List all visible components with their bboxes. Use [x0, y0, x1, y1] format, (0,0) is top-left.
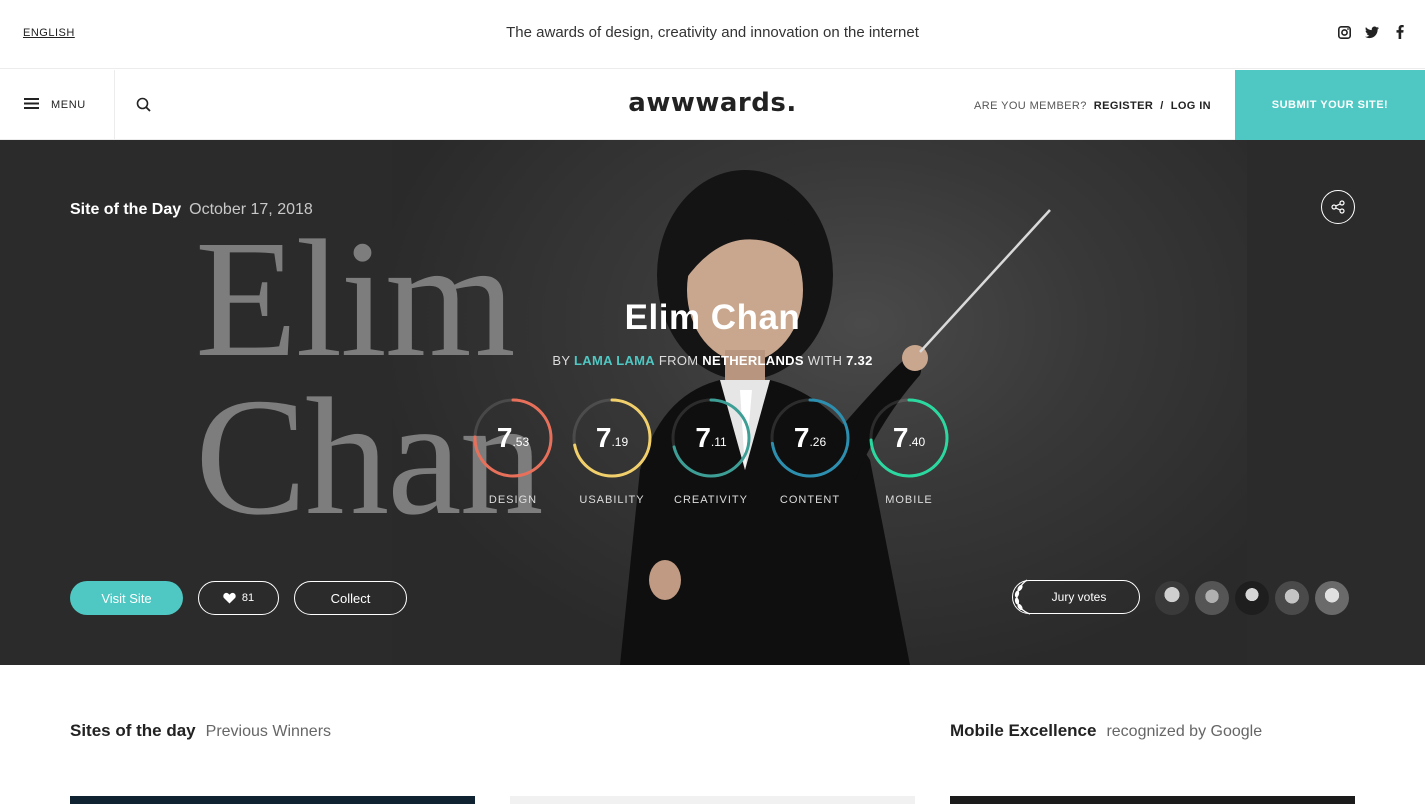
site-thumbnail[interactable]: [70, 796, 475, 804]
score-integer: 7: [595, 422, 612, 453]
score-ring: 7.40: [869, 398, 949, 478]
like-button[interactable]: 81: [198, 581, 279, 615]
country: NETHERLANDS: [702, 353, 804, 368]
previous-winners-link[interactable]: Previous Winners: [206, 723, 331, 741]
jury-avatar[interactable]: [1315, 581, 1349, 615]
score-value: 7.26: [770, 398, 850, 478]
section-title: Sites of the day: [70, 721, 196, 740]
collect-button[interactable]: Collect: [294, 581, 407, 615]
auth-separator: /: [1160, 100, 1164, 112]
facebook-icon[interactable]: [1393, 25, 1407, 39]
score-rings: 7.53 DESIGN 7.19 USABILITY 7.11 CREATIVITY 7.2…: [473, 398, 949, 506]
score-value: 7.40: [869, 398, 949, 478]
hamburger-icon: [24, 96, 39, 114]
jury-avatars: [1155, 581, 1349, 615]
overall-score: 7.32: [846, 353, 873, 368]
site-thumbnail[interactable]: [950, 796, 1355, 804]
score-label: CREATIVITY: [674, 494, 748, 506]
score-value: 7.19: [572, 398, 652, 478]
tagline: The awards of design, creativity and inn…: [506, 24, 919, 41]
score-ring: 7.19: [572, 398, 652, 478]
visit-site-button[interactable]: Visit Site: [70, 581, 183, 615]
jury-avatar[interactable]: [1155, 581, 1189, 615]
from-prefix: FROM: [658, 353, 699, 368]
score-label: DESIGN: [488, 494, 538, 506]
site-title: Elim Chan: [624, 298, 801, 337]
score-content: 7.26 CONTENT: [770, 398, 850, 506]
top-bar: ENGLISH The awards of design, creativity…: [0, 0, 1425, 69]
score-integer: 7: [496, 422, 513, 453]
score-ring: 7.26: [770, 398, 850, 478]
submit-site-button[interactable]: SUBMIT YOUR SITE!: [1235, 70, 1425, 140]
menu-label: MENU: [51, 99, 86, 111]
award-header: Site of the Day October 17, 2018: [70, 201, 313, 219]
jury-votes-button[interactable]: Jury votes: [1012, 580, 1140, 614]
hero: Elim Chan Site of the Day October 17, 20…: [0, 140, 1425, 665]
sites-of-the-day-header: Sites of the day Previous Winners: [70, 721, 331, 741]
share-button[interactable]: [1321, 190, 1355, 224]
instagram-icon[interactable]: [1337, 25, 1351, 39]
score-decimal: .40: [908, 435, 926, 449]
share-icon: [1331, 200, 1345, 214]
score-usability: 7.19 USABILITY: [572, 398, 652, 506]
section-title: Mobile Excellence: [950, 721, 1097, 740]
like-count: 81: [241, 592, 255, 604]
score-decimal: .11: [710, 435, 727, 449]
score-integer: 7: [892, 422, 909, 453]
score-decimal: .26: [809, 435, 827, 449]
author-link[interactable]: LAMA LAMA: [574, 353, 655, 368]
award-title: Site of the Day: [70, 201, 182, 218]
heart-icon: [223, 592, 236, 604]
score-decimal: .19: [611, 435, 629, 449]
search-icon[interactable]: [135, 96, 155, 116]
section-subtitle: recognized by Google: [1106, 723, 1263, 740]
score-ring: 7.53: [473, 398, 553, 478]
score-decimal: .53: [512, 435, 530, 449]
score-value: 7.53: [473, 398, 553, 478]
site-thumbnail[interactable]: [510, 796, 915, 804]
jury-avatar[interactable]: [1235, 581, 1269, 615]
score-integer: 7: [793, 422, 810, 453]
jury-avatar[interactable]: [1195, 581, 1229, 615]
nav-bar: MENU awwwards. ARE YOU MEMBER? REGISTER …: [0, 70, 1425, 140]
award-date: October 17, 2018: [189, 201, 313, 218]
social-links: [1337, 25, 1407, 39]
logo: awwwards.: [0, 88, 1425, 118]
score-value: 7.11: [671, 398, 751, 478]
jury-avatar[interactable]: [1275, 581, 1309, 615]
byline: BY LAMA LAMA FROM NETHERLANDS WITH 7.32: [0, 353, 1425, 368]
score-integer: 7: [695, 422, 711, 453]
score-mobile: 7.40 MOBILE: [869, 398, 949, 506]
score-label: CONTENT: [779, 494, 841, 506]
mobile-excellence-header: Mobile Excellence recognized by Google: [950, 721, 1262, 741]
login-link[interactable]: LOG IN: [1171, 100, 1211, 112]
twitter-icon[interactable]: [1365, 25, 1379, 39]
by-prefix: BY: [552, 353, 571, 368]
register-link[interactable]: REGISTER: [1094, 100, 1153, 112]
menu-button[interactable]: MENU: [0, 70, 115, 140]
with-prefix: WITH: [807, 353, 843, 368]
member-area: ARE YOU MEMBER? REGISTER / LOG IN: [974, 100, 1211, 112]
score-design: 7.53 DESIGN: [473, 398, 553, 506]
logo-text[interactable]: awwwards.: [628, 88, 796, 118]
member-question: ARE YOU MEMBER?: [974, 100, 1087, 112]
score-label: USABILITY: [579, 494, 645, 506]
score-creativity: 7.11 CREATIVITY: [671, 398, 751, 506]
score-ring: 7.11: [671, 398, 751, 478]
score-label: MOBILE: [885, 494, 933, 506]
